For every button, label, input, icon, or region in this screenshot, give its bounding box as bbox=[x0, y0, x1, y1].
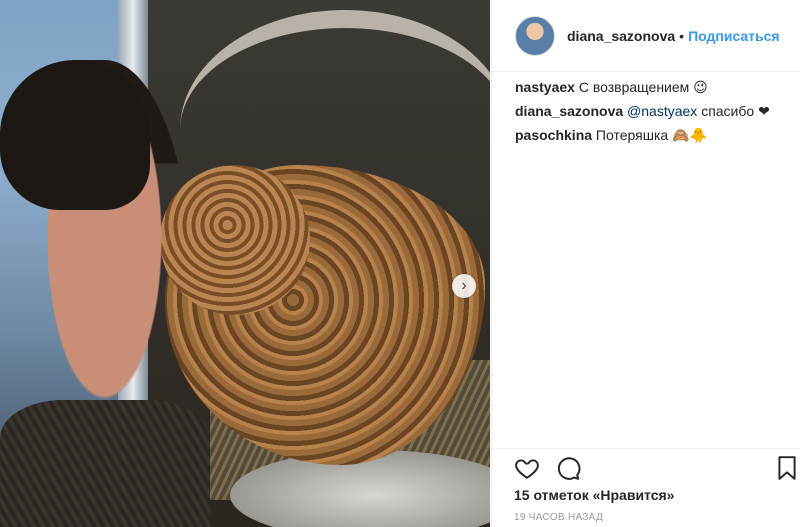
avatar[interactable] bbox=[515, 15, 555, 56]
likes-count[interactable]: 15 отметок «Нравится» bbox=[514, 487, 674, 503]
action-bar bbox=[491, 448, 800, 484]
comment-item: pasochkina Потеряшка 🙈🐥 bbox=[515, 126, 800, 144]
comment-text: С возвращением 😉 bbox=[578, 79, 708, 95]
comment-username[interactable]: nastyaex bbox=[515, 79, 575, 95]
comment-username[interactable]: pasochkina bbox=[515, 127, 592, 143]
comment-item: nastyaex С возвращением 😉 bbox=[515, 78, 800, 96]
photo-hair bbox=[0, 60, 150, 210]
next-photo-button[interactable]: › bbox=[452, 274, 476, 298]
comment-item: diana_sazonova @nastyaex спасибо ❤ bbox=[515, 102, 800, 120]
chevron-right-icon: › bbox=[461, 277, 467, 294]
separator-dot: • bbox=[679, 27, 685, 44]
photo-sweater bbox=[0, 400, 210, 527]
comment-mention[interactable]: @nastyaex bbox=[627, 103, 697, 119]
author-username[interactable]: diana_sazonova bbox=[567, 28, 675, 44]
comment-username[interactable]: diana_sazonova bbox=[515, 103, 623, 119]
heart-icon bbox=[515, 459, 539, 479]
post-header: diana_sazonova • Подписаться bbox=[492, 0, 800, 72]
post-photo[interactable] bbox=[0, 0, 490, 527]
comment-icon bbox=[557, 457, 581, 480]
comments-list: nastyaex С возвращением 😉 diana_sazonova… bbox=[492, 72, 800, 144]
comment-text: спасибо ❤ bbox=[701, 103, 770, 119]
bookmark-icon bbox=[778, 456, 796, 480]
post-timestamp[interactable]: 19 часов назад bbox=[514, 512, 603, 523]
save-button[interactable] bbox=[776, 455, 800, 481]
comment-button[interactable] bbox=[555, 455, 581, 481]
follow-button[interactable]: Подписаться bbox=[688, 28, 780, 44]
like-button[interactable] bbox=[514, 455, 540, 481]
comment-text: Потеряшка 🙈🐥 bbox=[595, 127, 707, 143]
